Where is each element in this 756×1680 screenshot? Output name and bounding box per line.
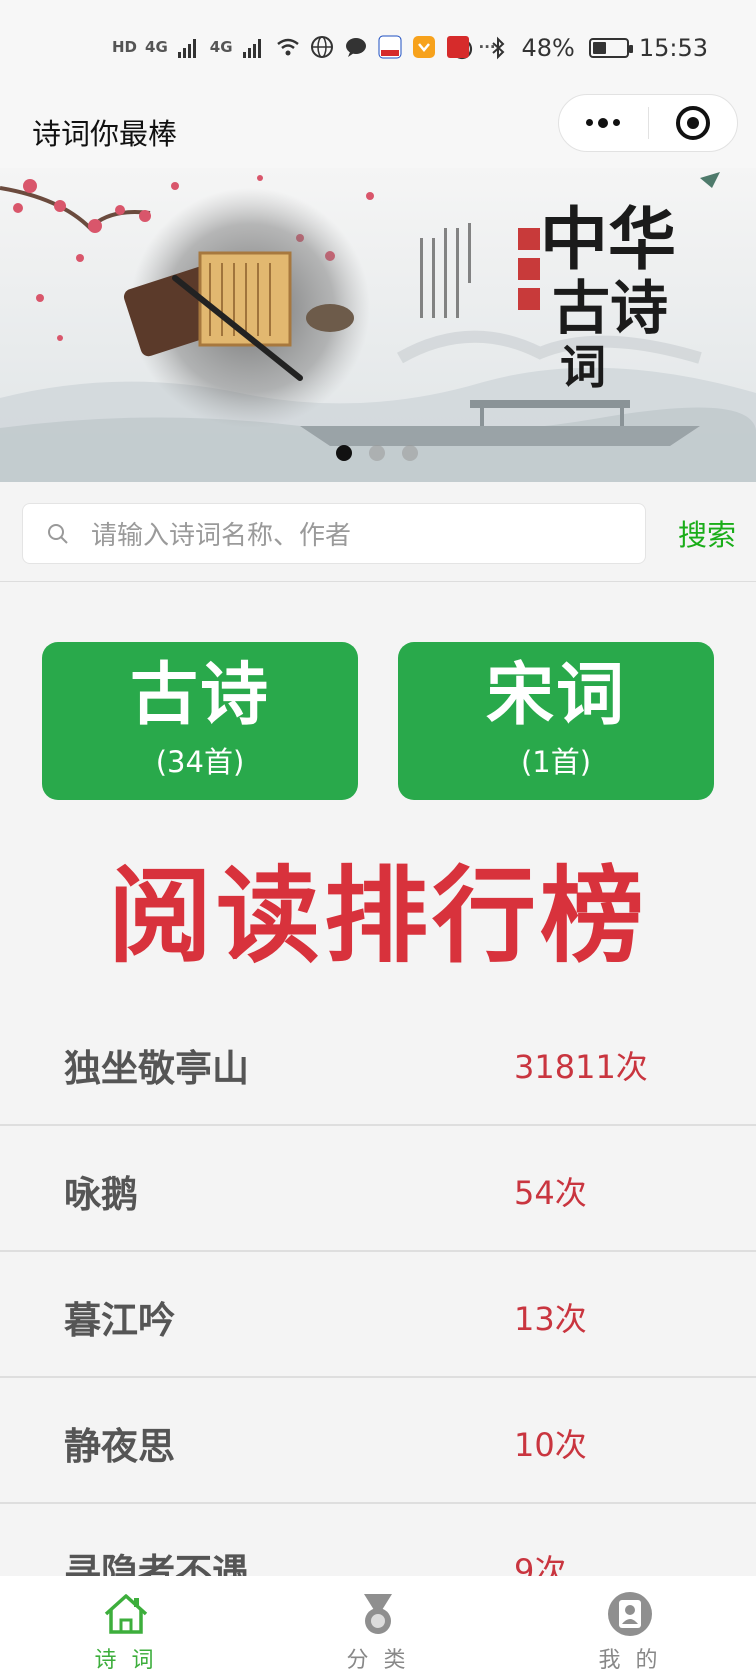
battery-icon: [588, 38, 633, 58]
category-title: 宋词: [485, 656, 626, 735]
indicator-dot[interactable]: [369, 445, 385, 461]
ranking-row[interactable]: 暮江吟 13次: [0, 1252, 756, 1378]
category-title: 古诗: [129, 656, 270, 735]
banner-calligraphy-1: 中华: [540, 200, 676, 280]
app-notify-icon-1: [378, 35, 402, 59]
more-button[interactable]: [559, 95, 648, 151]
ranking-title: 阅读排行榜: [107, 855, 648, 977]
status-bar: HD 4G 4G ··· 48% 15:53: [0, 0, 756, 96]
carousel-indicator: [336, 445, 418, 461]
page-title: 诗词你最棒: [32, 117, 178, 151]
ranking-row[interactable]: 独坐敬亭山 31811次: [0, 1000, 756, 1126]
read-count: 10次: [514, 1426, 587, 1464]
category-count: (1首): [520, 745, 592, 779]
tab-label: 我 的: [598, 1648, 662, 1673]
ranking-row[interactable]: 静夜思 10次: [0, 1378, 756, 1504]
battery-percent: 48%: [521, 34, 575, 62]
close-button[interactable]: [649, 95, 738, 151]
indicator-dot[interactable]: [402, 445, 418, 461]
signal-icon: [177, 39, 196, 58]
read-count: 13次: [514, 1300, 587, 1338]
wifi-icon: [276, 38, 299, 56]
category-button-gushi[interactable]: 古诗 (34首): [42, 642, 358, 800]
mini-program-capsule: [558, 94, 738, 152]
signal-4g-1: 4G: [145, 38, 168, 56]
globe-icon: [310, 36, 333, 58]
status-left-icons: HD 4G 4G ···: [112, 34, 496, 60]
medal-icon: [364, 1594, 392, 1634]
tab-profile[interactable]: 我 的: [504, 1576, 756, 1680]
more-dots-icon: [586, 117, 621, 128]
search-button[interactable]: 搜索: [678, 512, 736, 554]
category-count: (34首): [155, 745, 245, 779]
indicator-dot[interactable]: [336, 445, 352, 461]
app-notify-icon-3: [446, 36, 469, 58]
more-notifications-icon: ···: [478, 38, 496, 56]
ranking-list: 独坐敬亭山 31811次 咏鹅 54次 暮江吟 13次 静夜思 10次 寻隐者不…: [0, 1000, 756, 1630]
battery-level: [592, 42, 607, 54]
banner-image: 中华 古诗 词: [0, 168, 756, 482]
target-circle-icon: [675, 106, 710, 140]
app-notify-icon-2: [412, 36, 435, 58]
banner-carousel[interactable]: 中华 古诗 词: [0, 168, 756, 482]
poem-name: 咏鹅: [64, 1173, 138, 1216]
tab-label: 诗 词: [94, 1648, 158, 1673]
read-count: 31811次: [514, 1048, 648, 1086]
banner-calligraphy-3: 词: [560, 340, 606, 394]
app-page: HD 4G 4G ··· 48% 15:53 诗词你最棒 中华 古诗 词 请输入…: [0, 0, 756, 1680]
search-input[interactable]: 请输入诗词名称、作者: [22, 503, 646, 564]
search-icon: [48, 523, 68, 544]
tab-categories[interactable]: 分 类: [252, 1576, 504, 1680]
category-button-songci[interactable]: 宋词 (1首): [398, 642, 714, 800]
profile-icon: [608, 1592, 652, 1636]
ranking-row[interactable]: 咏鹅 54次: [0, 1126, 756, 1252]
signal-icon-2: [242, 39, 261, 58]
read-count: 54次: [514, 1174, 587, 1212]
search-area: 请输入诗词名称、作者 搜索: [0, 484, 756, 582]
tab-label: 分 类: [346, 1648, 410, 1673]
chat-icon: [345, 38, 366, 57]
poem-name: 暮江吟: [64, 1299, 175, 1342]
banner-calligraphy-2: 古诗: [552, 274, 668, 342]
status-time: 15:53: [638, 34, 708, 62]
search-placeholder: 请输入诗词名称、作者: [91, 521, 352, 551]
poem-name: 静夜思: [64, 1425, 175, 1468]
signal-4g-2: 4G: [209, 38, 233, 56]
hd-badge: HD: [112, 38, 138, 56]
home-icon: [104, 1594, 148, 1634]
tab-poems[interactable]: 诗 词: [0, 1576, 252, 1680]
poem-name: 独坐敬亭山: [64, 1047, 249, 1090]
bottom-tab-bar: 诗 词 分 类 我 的: [0, 1576, 756, 1680]
